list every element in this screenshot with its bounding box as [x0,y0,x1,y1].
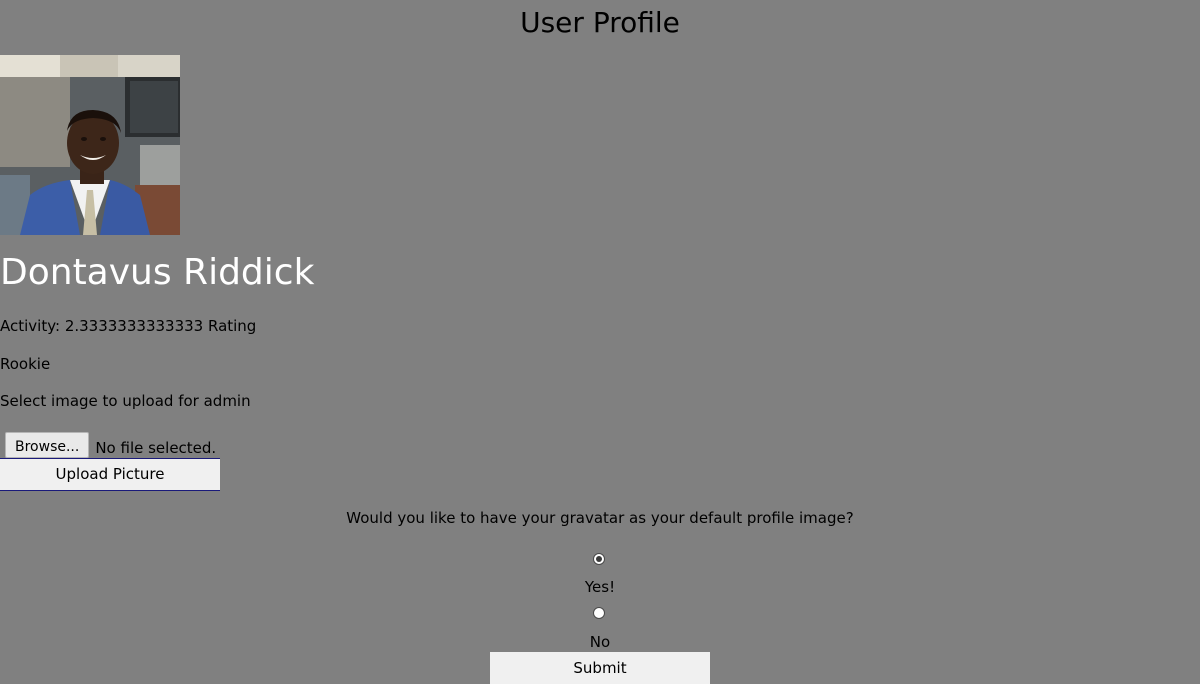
activity-rating: Activity: 2.3333333333333 Rating [0,317,257,335]
user-rank: Rookie [0,355,51,373]
profile-photo [0,55,180,235]
avatar [0,55,180,235]
gravatar-no-radio[interactable] [593,607,605,619]
page-title: User Profile [520,6,680,39]
file-input[interactable]: Browse... No file selected. [5,432,216,458]
gravatar-yes-label: Yes! [584,578,616,596]
submit-button[interactable]: Submit [490,652,710,684]
gravatar-no-label: No [589,633,611,651]
user-name: Dontavus Riddick [0,252,315,293]
upload-label: Select image to upload for admin [0,392,251,410]
gravatar-yes-radio[interactable] [593,553,605,565]
file-status: No file selected. [95,439,217,457]
upload-picture-button[interactable]: Upload Picture [0,458,220,491]
browse-button[interactable]: Browse... [5,432,90,458]
gravatar-question: Would you like to have your gravatar as … [346,509,854,527]
